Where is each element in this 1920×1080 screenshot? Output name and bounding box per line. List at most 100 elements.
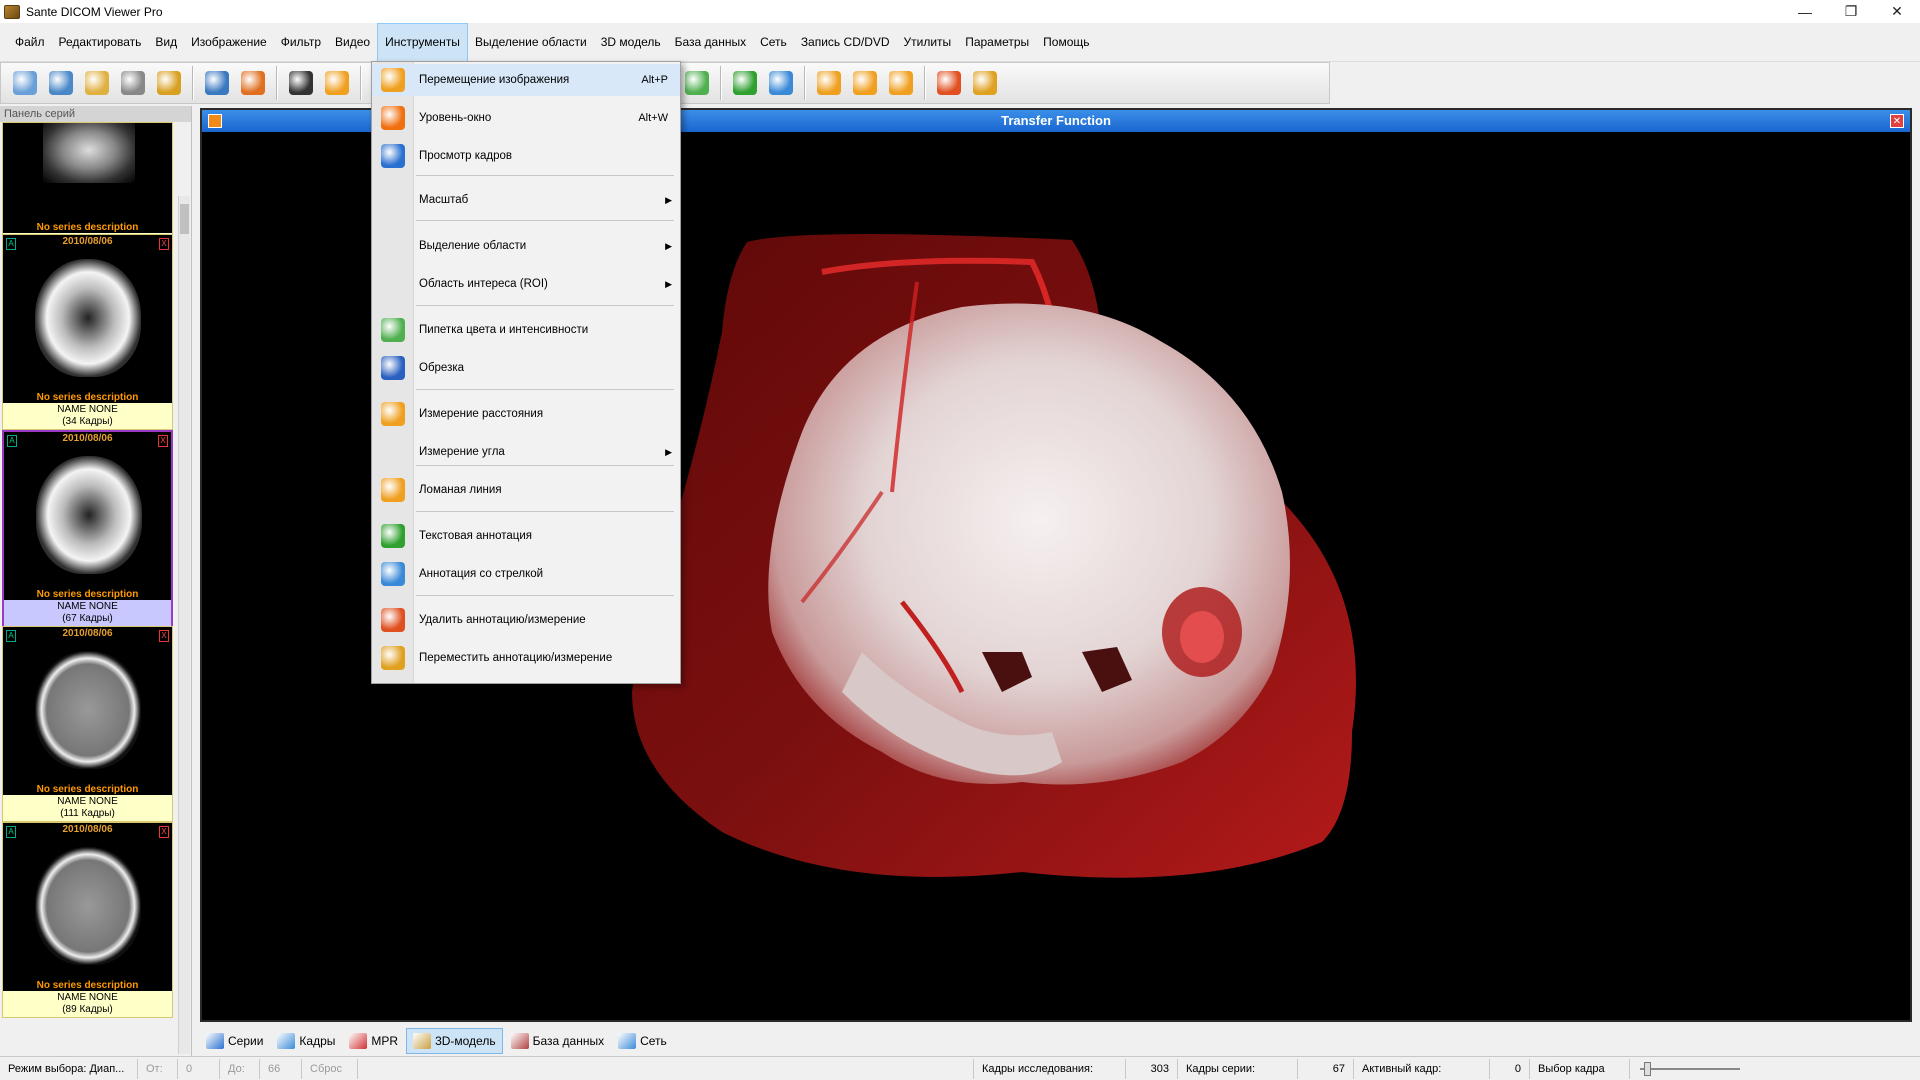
menu-item[interactable]: Перемещение изображения Alt+P [372,64,680,96]
view-tab[interactable]: Кадры [271,1028,341,1054]
series-thumbnail[interactable]: A X 2010/08/06 No series description [4,432,171,600]
frame-slider[interactable] [1630,1059,1750,1079]
settings-icon[interactable] [238,67,268,99]
transfer-function-icon[interactable] [208,114,222,128]
tools-dropdown-menu: Перемещение изображения Alt+P Уровень-окно… [371,61,681,684]
copy-icon-glyph [85,71,109,95]
menu-item[interactable]: Аннотация со стрелкой [372,558,680,590]
polyline-tool-icon[interactable] [886,67,916,99]
status-spacer [358,1058,974,1079]
menu-item[interactable]: Область интереса (ROI) ▶ [372,268,680,300]
menu-10[interactable]: Сеть [753,23,794,62]
minimize-button[interactable]: — [1782,0,1828,23]
rotate-icon[interactable] [46,67,76,99]
menu-item[interactable]: Удалить аннотацию/измерение [372,604,680,636]
color-picker-icon[interactable] [682,67,712,99]
menu-9[interactable]: База данных [668,23,753,62]
submenu-arrow-icon: ▶ [665,278,672,289]
arrow-tool-icon[interactable] [766,67,796,99]
menu-3[interactable]: Изображение [184,23,274,62]
series-thumbnail[interactable]: A X 2010/08/06 No series description [3,823,172,991]
menu-item[interactable]: Масштаб ▶ [372,184,680,216]
menu-item[interactable]: Уровень-окно Alt+W [372,102,680,134]
menu-5[interactable]: Видео [328,23,377,62]
menu-item[interactable]: Просмотр кадров [372,140,680,172]
scrollbar-thumb[interactable] [180,204,189,234]
view-tab[interactable]: MPR [343,1028,404,1054]
to-value[interactable]: 66 [260,1058,302,1079]
menu-8[interactable]: 3D модель [594,23,668,62]
viewer-close-icon[interactable]: ✕ [1890,114,1904,128]
view-tab[interactable]: 3D-модель [406,1028,503,1054]
view-tab-icon [618,1033,637,1049]
series-patient-name: NAME NONE [57,404,118,415]
view-tab[interactable]: Серии [200,1028,269,1054]
series-card[interactable]: A X 2010/08/06 No series description NAME NO… [2,822,173,1018]
menu-item[interactable]: Измерение угла ▶ [372,436,680,468]
series-thumbnail[interactable]: No series description [3,123,172,233]
view-tab-label: 3D-модель [435,1034,496,1048]
menu-13[interactable]: Параметры [958,23,1036,62]
series-frame-count: (67 Кадры) [62,613,113,624]
link-icon[interactable] [202,67,232,99]
clipboard-icon[interactable] [154,67,184,99]
menu-item-label: Измерение угла [419,446,505,458]
view-tab[interactable]: База данных [505,1028,610,1054]
text-move-tool-icon[interactable] [970,67,1000,99]
pencil-tool-icon[interactable] [730,67,760,99]
copy-icon[interactable] [82,67,112,99]
view-tab[interactable]: Сеть [612,1028,673,1054]
eraser-tool-icon[interactable] [934,67,964,99]
close-button[interactable]: ✕ [1874,0,1920,23]
from-value[interactable]: 0 [178,1058,220,1079]
hand-tool-icon-glyph [325,71,349,95]
series-thumbnail[interactable]: A X 2010/08/06 No series description [3,235,172,403]
menu-4[interactable]: Фильтр [274,23,328,62]
series-panel-scrollbar[interactable] [178,196,190,1054]
zoom-icon[interactable] [10,67,40,99]
reset-button[interactable]: Сброс [302,1058,358,1079]
menu-item-label: Пипетка цвета и интенсивности [419,324,589,336]
menu-item[interactable]: Текстовая аннотация [372,520,680,552]
angle-tool-icon[interactable] [850,67,880,99]
series-description: No series description [36,784,139,795]
menu-1[interactable]: Редактировать [52,23,149,62]
menu-item[interactable]: Переместить аннотацию/измерение [372,642,680,674]
series-frame-count: (111 Кадры) [60,808,115,819]
series-caption: NAME NONE (67 Кадры) [4,600,171,626]
menu-7[interactable]: Выделение области [468,23,594,62]
maximize-button[interactable]: ❐ [1828,0,1874,23]
print-icon[interactable] [118,67,148,99]
series-card[interactable]: A X 2010/08/06 No series description NAME NO… [2,430,173,628]
series-card[interactable]: A X 2010/08/06 No series description NAME NO… [2,234,173,430]
menu-item-shortcut: Alt+P [641,74,668,86]
menu-12[interactable]: Утилиты [897,23,959,62]
scan-image [43,123,135,183]
submenu-arrow-icon: ▶ [665,446,672,457]
menu-item[interactable]: Пипетка цвета и интенсивности [372,314,680,346]
toolbar-separator [924,66,926,100]
menu-item[interactable]: Измерение расстояния [372,398,680,430]
menu-item[interactable]: Ломаная линия [372,474,680,506]
series-frame-count: (89 Кадры) [62,1004,113,1015]
menu-bar: Файл Редактировать Вид Изображение Фильтр Вид… [0,22,1920,62]
menu-item[interactable]: Обрезка [372,352,680,384]
menu-11[interactable]: Запись CD/DVD [794,23,897,62]
menu-item-label: Масштаб [419,194,469,206]
ruler-tool-icon[interactable] [814,67,844,99]
series-frame-count: (34 Кадры) [62,416,113,427]
menu-2[interactable]: Вид [148,23,184,62]
menu-separator [416,511,674,512]
menu-0[interactable]: Файл [8,23,52,62]
settings-icon-glyph [241,71,265,95]
toolbar-separator [720,66,722,100]
menu-6[interactable]: Инструменты [377,22,468,62]
menu-item[interactable]: Выделение области ▶ [372,230,680,262]
eye-icon[interactable] [286,67,316,99]
series-thumbnail[interactable]: A X 2010/08/06 No series description [3,627,172,795]
view-tab-icon [510,1033,529,1049]
series-card[interactable]: A X 2010/08/06 No series description NAME NO… [2,626,173,822]
menu-14[interactable]: Помощь [1036,23,1096,62]
sun-icon [379,105,407,131]
hand-tool-icon[interactable] [322,67,352,99]
